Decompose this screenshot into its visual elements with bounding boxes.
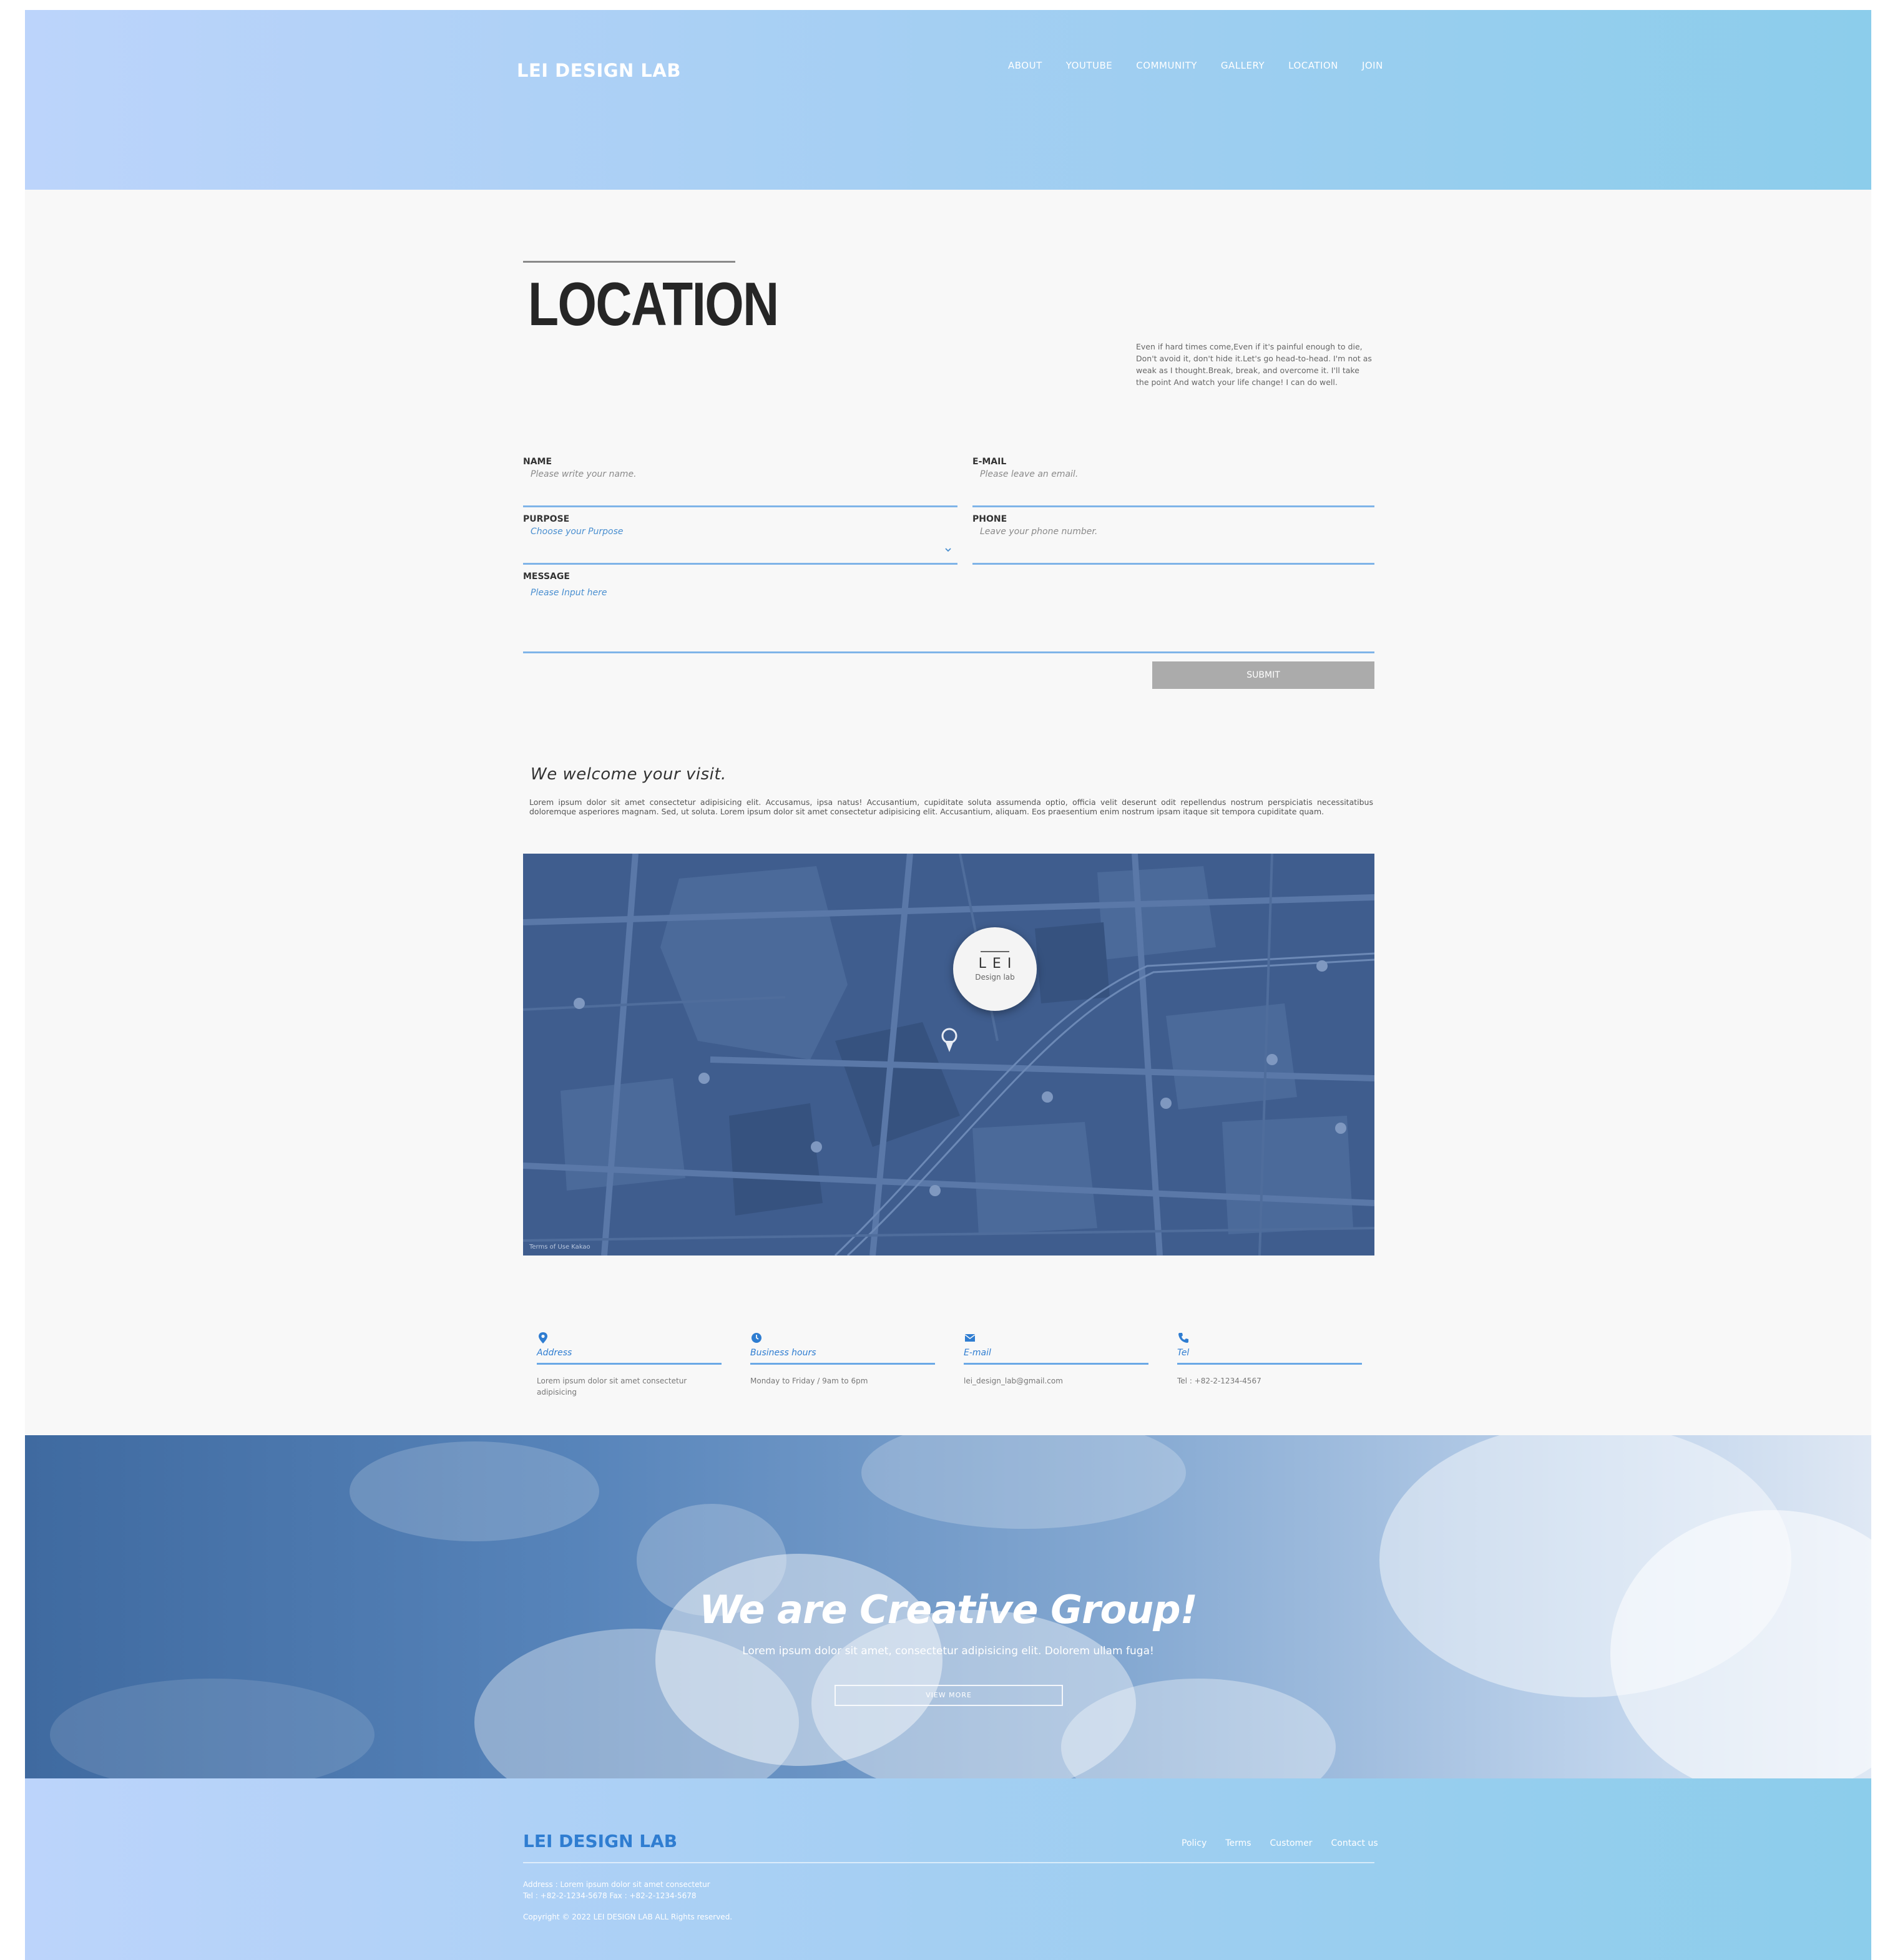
location-map[interactable]: LEI Design lab Terms of Use Kakao [523, 854, 1374, 1255]
welcome-heading: We welcome your visit. [531, 765, 727, 784]
site-footer: LEI DESIGN LAB Policy Terms Customer Con… [25, 1778, 1871, 1960]
name-input[interactable]: Please write your name. [523, 469, 957, 479]
address-underline [537, 1363, 722, 1365]
message-underline [523, 651, 1374, 653]
intro-text: Even if hard times come,Even if it's pai… [1136, 342, 1372, 387]
footer-logo[interactable]: LEI DESIGN LAB [523, 1831, 677, 1851]
site-header: LEI DESIGN LAB ABOUT YOUTUBE COMMUNITY G… [25, 10, 1871, 190]
tel-value: Tel : +82-2-1234-4567 [1177, 1377, 1261, 1385]
name-field[interactable]: NAME Please write your name. [523, 457, 957, 507]
page-frame: LEI DESIGN LAB ABOUT YOUTUBE COMMUNITY G… [25, 10, 1871, 1960]
marker-subtitle: Design lab [975, 973, 1015, 982]
email-label: E-MAIL [972, 457, 1007, 467]
nav-gallery[interactable]: GALLERY [1221, 60, 1265, 71]
phone-label: PHONE [972, 514, 1007, 524]
map-attribution: Terms of Use Kakao [529, 1244, 590, 1251]
footer-links: Policy Terms Customer Contact us [1182, 1838, 1397, 1848]
footer-link-terms[interactable]: Terms [1225, 1838, 1251, 1848]
main-nav: ABOUT YOUTUBE COMMUNITY GALLERY LOCATION… [1008, 60, 1407, 71]
footer-link-policy[interactable]: Policy [1182, 1838, 1207, 1848]
nav-community[interactable]: COMMUNITY [1136, 60, 1197, 71]
hours-label: Business hours [750, 1348, 816, 1358]
email-underline [972, 505, 1374, 507]
message-field[interactable]: MESSAGE Please Input here [523, 572, 1374, 654]
view-more-button[interactable]: VIEW MORE [835, 1685, 1063, 1706]
title-divider [523, 261, 735, 263]
purpose-select[interactable]: PURPOSE Choose your Purpose [523, 514, 957, 565]
message-textarea[interactable]: Please Input here [523, 588, 1374, 598]
phone-icon [1178, 1333, 1188, 1343]
footer-copyright: Copyright © 2022 LEI DESIGN LAB ALL Righ… [523, 1913, 733, 1921]
name-underline [523, 505, 957, 507]
email-info-label: E-mail [964, 1348, 991, 1358]
chevron-down-icon[interactable] [945, 547, 951, 553]
submit-button[interactable]: SUBMIT [1152, 661, 1374, 689]
phone-underline [972, 563, 1374, 565]
email-info-underline [964, 1363, 1148, 1365]
nav-location[interactable]: LOCATION [1288, 60, 1338, 71]
phone-input[interactable]: Leave your phone number. [972, 527, 1374, 537]
purpose-underline [523, 563, 957, 565]
envelope-icon [964, 1334, 976, 1342]
banner-subtitle: Lorem ipsum dolor sit amet, consectetur … [742, 1645, 1154, 1657]
footer-divider [523, 1862, 1374, 1863]
map-marker-label[interactable]: LEI Design lab [953, 927, 1037, 1011]
welcome-text: Lorem ipsum dolor sit amet consectetur a… [529, 797, 1373, 816]
creative-banner: We are Creative Group! Lorem ipsum dolor… [25, 1435, 1871, 1778]
footer-link-contact[interactable]: Contact us [1331, 1838, 1378, 1848]
nav-about[interactable]: ABOUT [1008, 60, 1042, 71]
address-label: Address [537, 1348, 572, 1358]
page-title: LOCATION [528, 270, 779, 338]
purpose-label: PURPOSE [523, 514, 570, 524]
marker-bar [981, 951, 1009, 952]
footer-tel: Tel : +82-2-1234-5678 Fax : +82-2-1234-5… [523, 1891, 697, 1900]
phone-field[interactable]: PHONE Leave your phone number. [972, 514, 1374, 565]
nav-join[interactable]: JOIN [1362, 60, 1383, 71]
address-value: Lorem ipsum dolor sit amet consectetur a… [537, 1377, 687, 1397]
tel-label: Tel [1177, 1348, 1190, 1358]
tel-underline [1177, 1363, 1362, 1365]
map-marker-icon [539, 1332, 547, 1343]
marker-title: LEI [978, 956, 1018, 972]
clock-icon [752, 1333, 761, 1343]
message-label: MESSAGE [523, 572, 570, 582]
email-input[interactable]: Please leave an email. [972, 469, 1374, 479]
header-logo[interactable]: LEI DESIGN LAB [517, 60, 681, 81]
nav-youtube[interactable]: YOUTUBE [1066, 60, 1113, 71]
hours-underline [750, 1363, 935, 1365]
name-label: NAME [523, 457, 552, 467]
hours-value: Monday to Friday / 9am to 6pm [750, 1377, 868, 1385]
map-streets [523, 854, 1374, 1255]
footer-address: Address : Lorem ipsum dolor sit amet con… [523, 1880, 710, 1889]
purpose-selected[interactable]: Choose your Purpose [523, 527, 957, 537]
email-info-value[interactable]: lei_design_lab@gmail.com [964, 1375, 1148, 1387]
email-field[interactable]: E-MAIL Please leave an email. [972, 457, 1374, 507]
banner-title: We are Creative Group! [699, 1587, 1198, 1632]
footer-link-customer[interactable]: Customer [1270, 1838, 1313, 1848]
